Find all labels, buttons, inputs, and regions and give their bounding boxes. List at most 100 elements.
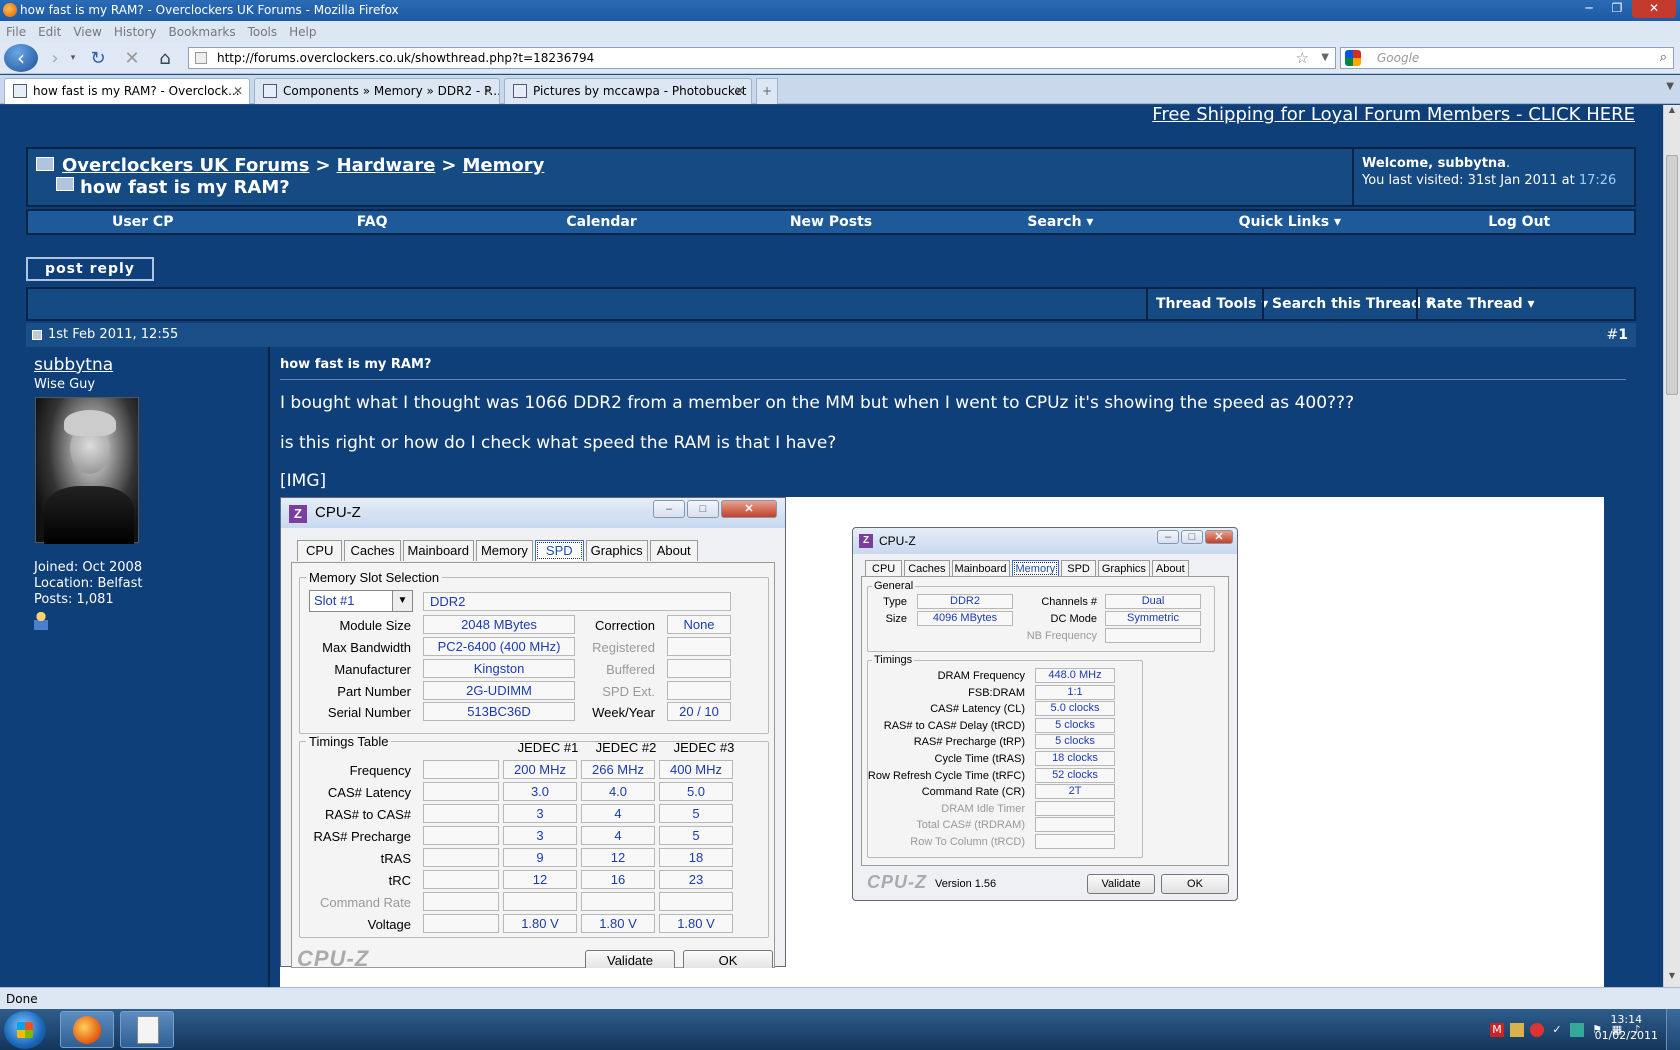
user-online-icon[interactable] (34, 612, 48, 630)
nav-faq[interactable]: FAQ (257, 211, 486, 233)
cpuz-close-button[interactable]: ✕ (1205, 530, 1233, 544)
cpuz-minimize-button[interactable]: – (653, 500, 685, 518)
history-dropdown-icon[interactable]: ▾ (68, 45, 78, 71)
url-bar[interactable]: http://forums.overclockers.co.uk/showthr… (188, 47, 1336, 69)
rate-thread-menu[interactable]: Rate Thread ▾ (1416, 289, 1543, 319)
page-title: how fast is my RAM? (80, 177, 290, 198)
taskbar-document[interactable] (120, 1011, 174, 1048)
menu-help[interactable]: Help (289, 25, 316, 39)
scroll-down-icon[interactable]: ▼ (1664, 971, 1680, 987)
cpuz-tab-cpu[interactable]: CPU (865, 560, 903, 577)
clock[interactable]: 13:14 01/02/2011 (1595, 1012, 1658, 1044)
post-number-link[interactable]: 1 (1618, 327, 1628, 343)
validate-button[interactable]: Validate (1087, 874, 1155, 894)
slot-select[interactable]: Slot #1 ▼ (309, 590, 413, 612)
timing-value-cell: 23 (659, 870, 733, 889)
menu-file[interactable]: File (6, 25, 26, 39)
tab-photobucket[interactable]: Pictures by mccawpa - Photobucket ✕ (504, 78, 752, 104)
scroll-up-icon[interactable]: ▲ (1664, 105, 1680, 121)
cpuz-tab-memory[interactable]: Memory (475, 540, 533, 561)
cpuz-tab-spd[interactable]: SPD (1061, 560, 1096, 577)
ok-button[interactable]: OK (1161, 874, 1229, 894)
breadcrumb-memory[interactable]: Memory (463, 155, 545, 176)
menu-history[interactable]: History (114, 25, 157, 39)
nav-log-out[interactable]: Log Out (1405, 211, 1634, 233)
cpuz-tab-cpu[interactable]: CPU (297, 540, 343, 561)
tab-favicon-icon (513, 84, 527, 98)
cpuz-close-button[interactable]: ✕ (721, 500, 777, 518)
avatar (35, 397, 139, 544)
forward-button[interactable]: › (40, 45, 70, 71)
taskbar-firefox[interactable] (60, 1011, 114, 1048)
tab-forum-thread[interactable]: how fast is my RAM? - Overclock... ✕ (4, 78, 250, 104)
cpuz-tab-caches[interactable]: Caches (904, 560, 950, 577)
cpuz-tab-caches[interactable]: Caches (344, 540, 401, 561)
thread-tools-menu[interactable]: Thread Tools ▾ (1146, 289, 1276, 319)
memory-timing-label: FSB:DRAM (968, 686, 1025, 699)
tray-red-icon[interactable] (1530, 1022, 1544, 1037)
tab-close-icon[interactable]: ✕ (735, 79, 745, 103)
promo-link[interactable]: Free Shipping for Loyal Forum Members - … (1152, 105, 1635, 125)
label-buffered: Buffered (606, 662, 655, 677)
type-field: DDR2 (917, 594, 1013, 609)
tab-close-icon[interactable]: ✕ (233, 79, 243, 103)
label-nb-frequency: NB Frequency (1026, 630, 1097, 642)
post-reply-button[interactable]: post reply (26, 257, 154, 281)
menu-bookmarks[interactable]: Bookmarks (169, 25, 236, 39)
cpuz-maximize-button[interactable]: □ (687, 500, 719, 518)
tray-green-icon[interactable] (1570, 1022, 1584, 1037)
search-icon[interactable]: ⌕ (1660, 48, 1667, 68)
menu-edit[interactable]: Edit (38, 25, 61, 39)
cpuz-tab-about[interactable]: About (1151, 560, 1189, 577)
cpuz-maximize-button[interactable]: □ (1181, 530, 1203, 544)
nav-search[interactable]: Search ▾ (946, 211, 1175, 233)
cpuz-tab-graphics[interactable]: Graphics (585, 540, 648, 561)
cpuz-spd-validate-button[interactable]: Validate (585, 950, 675, 968)
cpuz-spd-ok-button[interactable]: OK (683, 950, 773, 968)
tab-bar: how fast is my RAM? - Overclock... ✕ Com… (0, 75, 1680, 104)
nav-calendar[interactable]: Calendar (487, 211, 716, 233)
start-button[interactable] (4, 1011, 46, 1049)
search-input[interactable]: Google ⌕ (1340, 47, 1674, 69)
back-button[interactable]: ‹ (4, 44, 38, 72)
breadcrumb-forums[interactable]: Overclockers UK Forums (62, 155, 309, 176)
scrollbar-thumb[interactable] (1666, 155, 1678, 395)
show-desktop-button[interactable] (1666, 1009, 1680, 1050)
cpuz-tab-graphics[interactable]: Graphics (1097, 560, 1150, 577)
gmail-icon[interactable]: M (1490, 1022, 1504, 1037)
welcome-user-link[interactable]: subbytna (1438, 156, 1506, 171)
bookmark-star-icon[interactable]: ☆ (1296, 48, 1309, 68)
maximize-button[interactable]: ❐ (1604, 0, 1630, 18)
cpuz-tab-memory[interactable]: Memory (1011, 560, 1060, 577)
timing-value-cell: 5.0 (659, 782, 733, 801)
new-tab-button[interactable]: + (756, 78, 778, 104)
search-thread-menu[interactable]: Search this Thread ▾ (1262, 289, 1441, 319)
cpuz-tab-mainboard[interactable]: Mainboard (951, 560, 1010, 577)
minimize-button[interactable]: ─ (1576, 0, 1602, 18)
nav-user-cp[interactable]: User CP (28, 211, 257, 233)
cpuz-minimize-button[interactable]: – (1157, 530, 1179, 544)
post-author-link[interactable]: subbytna (34, 355, 113, 375)
tab-close-icon[interactable]: ✕ (483, 79, 493, 103)
timing-value-cell: 1.80 V (581, 914, 655, 933)
cpuz-tab-mainboard[interactable]: Mainboard (402, 540, 474, 561)
menu-tools[interactable]: Tools (248, 25, 278, 39)
vertical-scrollbar[interactable]: ▲ ▼ (1663, 105, 1680, 987)
tray-shield-icon[interactable] (1510, 1022, 1524, 1037)
max-bandwidth-field: PC2-6400 (400 MHz) (423, 637, 575, 656)
reload-icon[interactable]: ↻ (86, 45, 110, 71)
tab-components-memory[interactable]: Components » Memory » DDR2 - P... ✕ (254, 78, 500, 104)
home-icon[interactable]: ⌂ (152, 45, 178, 71)
label-serial-number: Serial Number (327, 705, 411, 720)
stop-icon[interactable]: ✕ (120, 45, 144, 71)
cpuz-tab-about[interactable]: About (649, 540, 698, 561)
close-button[interactable]: ✕ (1632, 0, 1676, 18)
nav-new-posts[interactable]: New Posts (716, 211, 945, 233)
breadcrumb-hardware[interactable]: Hardware (337, 155, 436, 176)
url-dropdown-icon[interactable]: ▼ (1321, 48, 1329, 68)
menu-view[interactable]: View (73, 25, 101, 39)
tray-check-icon[interactable]: ✓ (1550, 1023, 1564, 1037)
cpuz-tab-spd[interactable]: SPD (534, 540, 584, 561)
tab-list-icon[interactable]: ▼ (1666, 81, 1674, 92)
nav-quick-links[interactable]: Quick Links ▾ (1175, 211, 1404, 233)
